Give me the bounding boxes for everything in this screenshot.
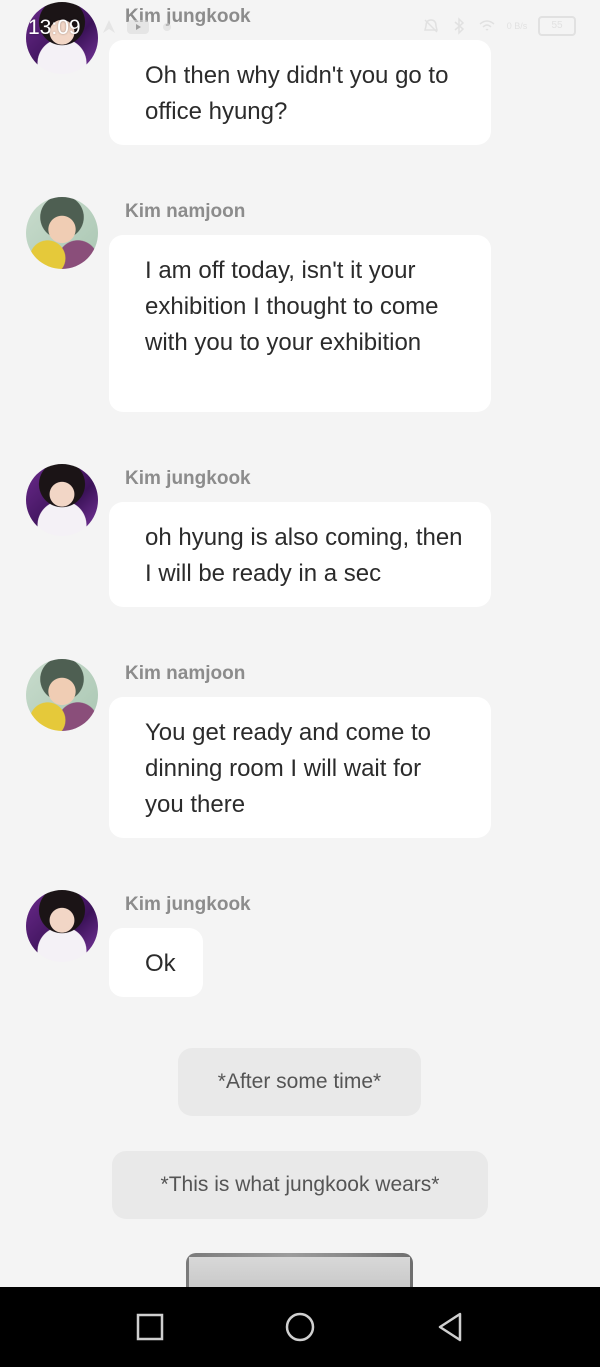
sender-name: Kim jungkook <box>125 468 251 489</box>
navigation-bar <box>0 1287 600 1367</box>
photo-content <box>189 1257 410 1287</box>
avatar[interactable] <box>26 2 98 74</box>
sender-name: Kim jungkook <box>125 6 251 27</box>
avatar[interactable] <box>26 890 98 962</box>
circle-icon[interactable] <box>282 1309 318 1345</box>
sender-name: Kim jungkook <box>125 894 251 915</box>
sender-name: Kim namjoon <box>125 663 246 684</box>
avatar[interactable] <box>26 197 98 269</box>
outfit-photo[interactable] <box>186 1253 413 1287</box>
avatar[interactable] <box>26 659 98 731</box>
sender-name: Kim namjoon <box>125 201 246 222</box>
message-bubble[interactable]: oh hyung is also coming, then I will be … <box>109 502 491 607</box>
chat-view[interactable]: Kim jungkook Oh then why didn't you go t… <box>0 0 600 1287</box>
narration-jungkook-wears: *This is what jungkook wears* <box>112 1151 488 1219</box>
message-bubble[interactable]: Oh then why didn't you go to office hyun… <box>109 40 491 145</box>
message-bubble[interactable]: You get ready and come to dinning room I… <box>109 697 491 838</box>
message-bubble[interactable]: I am off today, isn't it your exhibition… <box>109 235 491 412</box>
square-icon[interactable] <box>132 1309 168 1345</box>
triangle-back-icon[interactable] <box>432 1309 468 1345</box>
avatar[interactable] <box>26 464 98 536</box>
message-bubble[interactable]: Ok <box>109 928 203 997</box>
narration-after-some-time: *After some time* <box>178 1048 421 1116</box>
